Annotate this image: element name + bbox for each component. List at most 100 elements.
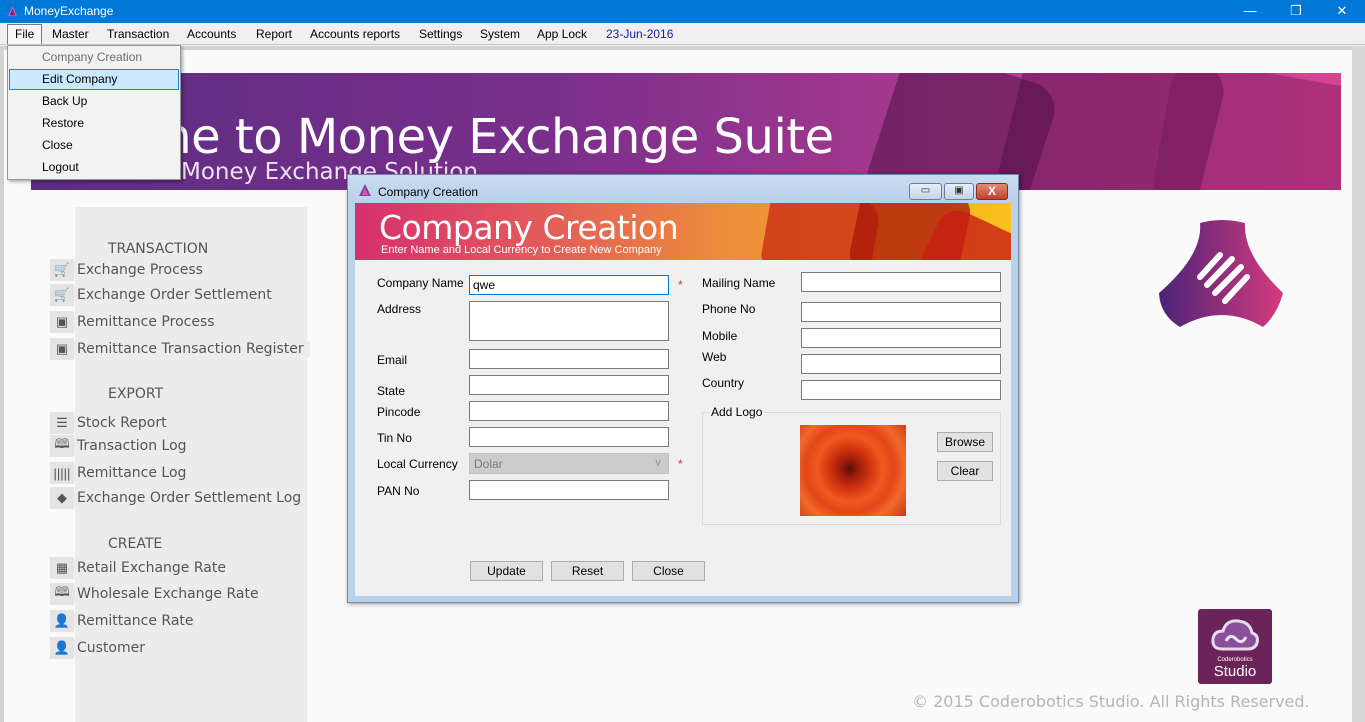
close-icon: ✕ — [1336, 3, 1348, 18]
menu-transaction[interactable]: Transaction — [101, 26, 175, 42]
pincode-input[interactable] — [469, 401, 669, 421]
mailing-name-input[interactable] — [801, 272, 1001, 292]
country-label: Country — [702, 376, 745, 390]
mobile-label: Mobile — [702, 329, 738, 343]
barcode-icon: ||||| — [50, 462, 74, 484]
banner-title: ome to Money Exchange Suite — [116, 109, 834, 165]
sidebar-item-exchange-order-settlement-log[interactable]: ◆ Exchange Order Settlement Log — [50, 487, 308, 509]
required-marker: * — [678, 278, 683, 292]
sidebar-item-remittance-rate[interactable]: 👤 Remittance Rate — [50, 610, 200, 632]
cloud-icon — [1211, 619, 1259, 651]
sidebar-item-wholesale-exchange-rate[interactable]: 🕮 Wholesale Exchange Rate — [50, 583, 265, 605]
sidebar-item-remittance-process[interactable]: ▣ Remittance Process — [50, 311, 221, 333]
close-icon: X — [987, 184, 996, 198]
menu-report[interactable]: Report — [250, 26, 298, 42]
coderobotics-studio-logo: Coderobotics Studio — [1198, 609, 1272, 684]
email-input[interactable] — [469, 349, 669, 369]
close-button[interactable]: Close — [632, 561, 705, 581]
pan-no-label: PAN No — [377, 484, 420, 498]
menu-file[interactable]: File — [7, 24, 43, 44]
clear-button[interactable]: Clear — [937, 461, 993, 481]
add-logo-label: Add Logo — [709, 405, 765, 419]
menu-item-close[interactable]: Close — [9, 135, 179, 156]
local-currency-label: Local Currency — [377, 457, 458, 471]
sidebar-item-remittance-transaction-register[interactable]: ▣ Remittance Transaction Register — [50, 338, 310, 360]
local-currency-select[interactable]: Dolar ∨ — [469, 453, 669, 474]
dialog-titlebar[interactable]: Company Creation ▭ ▣ X — [348, 175, 1018, 203]
sidebar-item-customer[interactable]: 👤 Customer — [50, 637, 152, 659]
email-label: Email — [377, 353, 408, 367]
sidebar-item-retail-exchange-rate[interactable]: ▦ Retail Exchange Rate — [50, 557, 232, 579]
address-label: Address — [377, 302, 422, 316]
country-input[interactable] — [801, 380, 1001, 400]
phone-no-label: Phone No — [702, 302, 756, 316]
menu-system[interactable]: System — [474, 26, 526, 42]
stock-list-icon: ☰ — [50, 412, 74, 434]
menu-item-logout[interactable]: Logout — [9, 157, 179, 178]
dialog-banner-subtitle: Enter Name and Local Currency to Create … — [381, 244, 662, 256]
sidebar-item-label: Remittance Rate — [74, 613, 200, 629]
app-logo-icon — [7, 5, 18, 17]
sidebar-item-label: Stock Report — [74, 415, 173, 431]
maximize-icon: ▣ — [954, 185, 964, 196]
brand-logo — [1159, 220, 1283, 327]
window-restore-button[interactable]: ❐ — [1273, 0, 1319, 23]
dialog-close-button[interactable]: X — [976, 183, 1008, 200]
required-marker: * — [678, 457, 683, 471]
tin-no-input[interactable] — [469, 427, 669, 447]
company-logo-image — [800, 425, 906, 516]
state-input[interactable] — [469, 375, 669, 395]
phone-no-input[interactable] — [801, 302, 1001, 322]
book-icon: 🕮 — [50, 435, 74, 457]
menu-master[interactable]: Master — [46, 26, 95, 42]
sidebar: TRANSACTION 🛒 Exchange Process 🛒 Exchang… — [32, 207, 322, 722]
menu-app-lock[interactable]: App Lock — [531, 26, 593, 42]
restore-icon: ❐ — [1290, 3, 1302, 18]
window-close-button[interactable]: ✕ — [1319, 0, 1365, 23]
dialog-banner-title: Company Creation — [379, 208, 679, 247]
sidebar-item-label: Transaction Log — [74, 438, 193, 454]
menu-item-company-creation[interactable]: Company Creation — [9, 47, 179, 68]
menu-item-restore[interactable]: Restore — [9, 113, 179, 134]
pan-no-input[interactable] — [469, 480, 669, 500]
person-icon: 👤 — [50, 610, 74, 632]
sidebar-item-stock-report[interactable]: ☰ Stock Report — [50, 412, 173, 434]
menu-item-edit-company[interactable]: Edit Company — [9, 69, 179, 90]
studio-big-text: Studio — [1213, 663, 1257, 680]
menu-accounts-reports[interactable]: Accounts reports — [304, 26, 406, 42]
vertical-scrollbar[interactable] — [1352, 46, 1365, 722]
mobile-input[interactable] — [801, 328, 1001, 348]
wallet-icon: ▣ — [50, 338, 74, 360]
web-input[interactable] — [801, 354, 1001, 374]
browse-button[interactable]: Browse — [937, 432, 993, 452]
sidebar-heading-create: CREATE — [108, 536, 163, 552]
window-minimize-button[interactable]: — — [1227, 0, 1273, 23]
company-name-input[interactable] — [469, 275, 669, 295]
sidebar-item-exchange-order-settlement[interactable]: 🛒 Exchange Order Settlement — [50, 284, 278, 306]
sidebar-item-transaction-log[interactable]: 🕮 Transaction Log — [50, 435, 193, 457]
sidebar-item-label: Remittance Transaction Register — [74, 341, 310, 357]
sidebar-item-label: Customer — [74, 640, 152, 656]
sidebar-item-remittance-log[interactable]: ||||| Remittance Log — [50, 462, 193, 484]
reset-button[interactable]: Reset — [551, 561, 624, 581]
menu-accounts[interactable]: Accounts — [181, 26, 242, 42]
mailing-name-label: Mailing Name — [702, 276, 776, 290]
dialog-minimize-button[interactable]: ▭ — [909, 183, 942, 200]
sidebar-item-label: Exchange Order Settlement Log — [74, 490, 308, 506]
company-name-label: Company Name — [377, 276, 464, 290]
menu-settings[interactable]: Settings — [413, 26, 468, 42]
copyright-text: © 2015 Coderobotics Studio. All Rights R… — [912, 692, 1310, 711]
local-currency-value: Dolar — [474, 457, 503, 471]
address-input[interactable] — [469, 301, 669, 341]
menu-item-back-up[interactable]: Back Up — [9, 91, 179, 112]
update-button[interactable]: Update — [470, 561, 543, 581]
sidebar-item-label: Remittance Process — [74, 314, 221, 330]
app-titlebar: MoneyExchange — ❐ ✕ — [0, 0, 1365, 23]
sidebar-item-exchange-process[interactable]: 🛒 Exchange Process — [50, 259, 209, 281]
dialog-maximize-button[interactable]: ▣ — [944, 183, 974, 200]
banner-decor-shape — [1149, 73, 1341, 190]
sidebar-item-label: Exchange Process — [74, 262, 209, 278]
sidebar-item-label: Remittance Log — [74, 465, 193, 481]
wallet-icon: ▣ — [50, 311, 74, 333]
state-label: State — [377, 384, 406, 398]
